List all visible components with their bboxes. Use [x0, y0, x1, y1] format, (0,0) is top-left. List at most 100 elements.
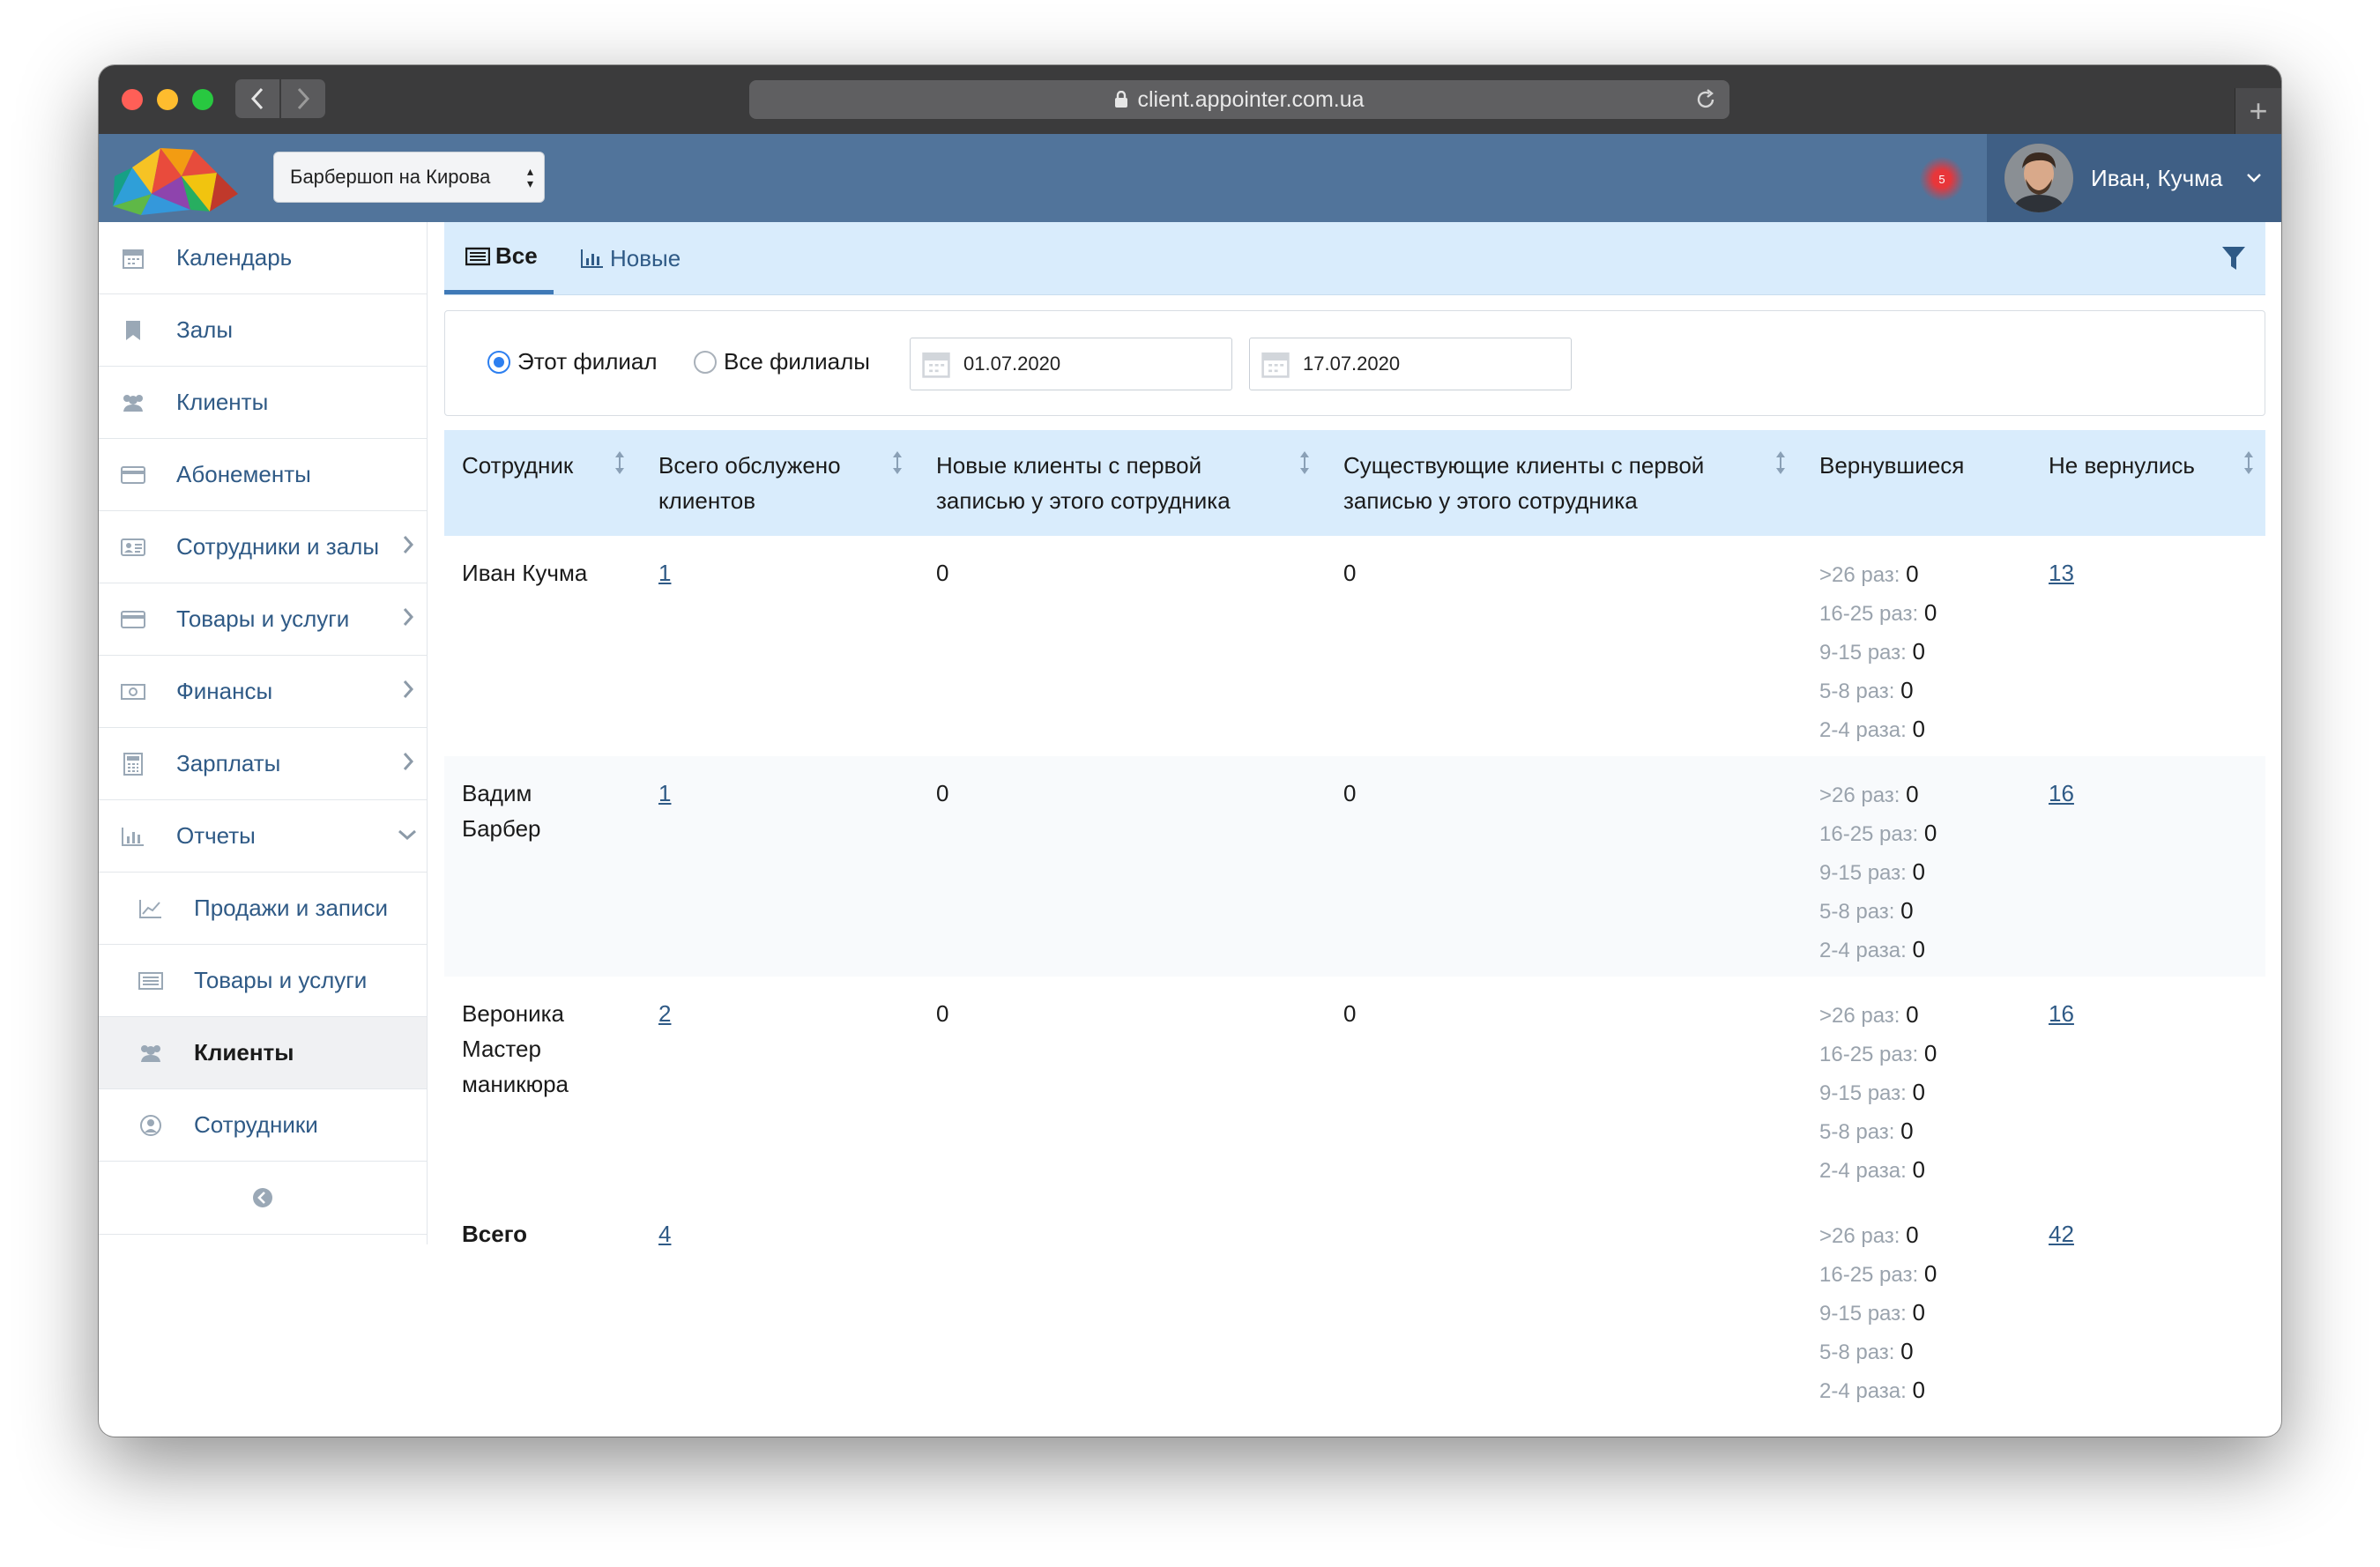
sidebar-item-sales-and-records[interactable]: Продажи и записи — [99, 873, 427, 945]
returned-value: 0 — [1923, 1260, 1937, 1287]
returned-line: 9-15 раз: 0 — [1819, 633, 1937, 672]
returned-label: 16-25 раз: — [1819, 602, 1919, 626]
minimize-window-button[interactable] — [157, 89, 178, 110]
sidebar-item-label: Клиенты — [176, 389, 269, 415]
sidebar-item-goods-and-services[interactable]: Товары и услуги — [99, 583, 427, 656]
radio-button[interactable] — [694, 350, 717, 374]
sidebar-item-label: Сотрудники и залы — [176, 533, 380, 560]
sidebar-item-salaries[interactable]: Зарплаты — [99, 728, 427, 800]
appointer-logo[interactable] — [106, 141, 243, 215]
returned-label: 2-4 раза: — [1819, 1379, 1907, 1403]
sidebar-item-report-staff[interactable]: Сотрудники — [99, 1089, 427, 1162]
returned-value: 0 — [1923, 820, 1937, 846]
returned-label: 5-8 раз: — [1819, 1120, 1895, 1144]
sidebar-item-finance[interactable]: Финансы — [99, 656, 427, 728]
returned-label: 2-4 раза: — [1819, 718, 1907, 742]
sidebar-item-label: Отчеты — [176, 822, 256, 849]
sidebar-item-staff-and-halls[interactable]: Сотрудники и залы — [99, 511, 427, 583]
browser-titlebar: client.appointer.com.ua + — [99, 65, 2281, 134]
column-header-new-clients[interactable]: Новые клиенты с первой записью у этого с… — [936, 448, 1231, 518]
filter-icon[interactable] — [2221, 245, 2246, 271]
not-returned-link[interactable]: 13 — [2049, 555, 2074, 590]
notification-count: 5 — [1938, 172, 1945, 186]
date-to-input[interactable]: 17.07.2020 — [1249, 338, 1572, 390]
not-returned-link[interactable]: 42 — [2049, 1216, 2074, 1251]
notification-badge[interactable]: 5 — [1920, 157, 1964, 201]
returned-label: 5-8 раз: — [1819, 900, 1895, 924]
column-header-label: Всего обслужено — [658, 452, 841, 479]
date-from-value: 01.07.2020 — [963, 353, 1061, 375]
returned-label: 5-8 раз: — [1819, 680, 1895, 703]
sort-icon[interactable] — [2242, 449, 2255, 476]
reload-icon[interactable] — [1694, 88, 1717, 111]
column-header-existing-clients[interactable]: Существующие клиенты с первой записью у … — [1343, 448, 1704, 518]
not-returned-link[interactable]: 16 — [2049, 996, 2074, 1031]
address-bar[interactable]: client.appointer.com.ua — [749, 80, 1729, 119]
user-circle-icon — [138, 1114, 164, 1137]
collapse-sidebar-button[interactable] — [99, 1162, 427, 1235]
radio-label: Все филиалы — [724, 348, 870, 375]
sidebar-item-report-goods-and-services[interactable]: Товары и услуги — [99, 945, 427, 1017]
table-row: Вадим Барбер 1 0 0 >26 раз: 0 16-25 раз:… — [444, 756, 2265, 977]
total-served-link[interactable]: 1 — [658, 776, 671, 811]
returned-line: 16-25 раз: 0 — [1819, 1035, 1937, 1073]
total-served-link[interactable]: 4 — [658, 1216, 671, 1251]
returned-line: 9-15 раз: 0 — [1819, 1294, 1937, 1333]
sidebar-item-label: Абонементы — [176, 461, 311, 487]
tab-label: Все — [495, 242, 538, 269]
table-header: Сотрудник Всего обслужено клиентов Новые… — [444, 430, 2265, 536]
sort-icon[interactable] — [1298, 449, 1311, 476]
tab-all[interactable]: Все — [444, 222, 554, 294]
branch-select[interactable]: Барбершоп на Кирова ▴ ▾ — [273, 152, 545, 203]
column-header-label: записью у этого сотрудника — [936, 487, 1231, 514]
user-menu[interactable]: Иван, Кучма — [1987, 134, 2281, 222]
sort-icon[interactable] — [614, 449, 626, 476]
sidebar-item-calendar[interactable]: Календарь — [99, 222, 427, 294]
sort-icon[interactable] — [891, 449, 904, 476]
chevron-right-icon — [403, 680, 414, 698]
sidebar-item-label: Товары и услуги — [194, 967, 368, 993]
close-window-button[interactable] — [122, 89, 143, 110]
tab-new[interactable]: Новые — [580, 222, 681, 294]
returned-label: 5-8 раз: — [1819, 1340, 1895, 1364]
column-header-total-served[interactable]: Всего обслужено клиентов — [658, 448, 841, 518]
back-button[interactable] — [235, 79, 279, 118]
column-header-label: Новые клиенты с первой — [936, 452, 1202, 479]
forward-button[interactable] — [281, 79, 325, 118]
new-clients-value: 0 — [936, 1000, 949, 1027]
sidebar: Календарь Залы Клиенты Абонементы Сотруд… — [99, 222, 428, 1244]
sidebar-item-subscriptions[interactable]: Абонементы — [99, 439, 427, 511]
total-served-link[interactable]: 2 — [658, 996, 671, 1031]
sidebar-item-clients[interactable]: Клиенты — [99, 367, 427, 439]
column-header-not-returned[interactable]: Не вернулись — [2049, 448, 2195, 483]
report-tabs: Все Новые — [444, 222, 2265, 295]
not-returned-link[interactable]: 16 — [2049, 776, 2074, 811]
employee-name-line: Мастер — [462, 1036, 541, 1062]
returned-label: 16-25 раз: — [1819, 1043, 1919, 1066]
sidebar-item-halls[interactable]: Залы — [99, 294, 427, 367]
column-header-label: Вернувшиеся — [1819, 452, 1965, 479]
total-served-link[interactable]: 1 — [658, 555, 671, 590]
returned-line: 2-4 раза: 0 — [1819, 931, 1937, 969]
returned-line: >26 раз: 0 — [1819, 776, 1937, 814]
chevron-right-icon — [403, 608, 414, 626]
radio-this-branch[interactable]: Этот филиал — [487, 348, 658, 375]
returned-value: 0 — [1900, 1118, 1914, 1144]
existing-clients-value: 0 — [1343, 780, 1357, 806]
returned-label: >26 раз: — [1819, 563, 1900, 587]
returned-label: 16-25 раз: — [1819, 822, 1919, 846]
date-from-input[interactable]: 01.07.2020 — [910, 338, 1232, 390]
maximize-window-button[interactable] — [192, 89, 213, 110]
sidebar-item-reports[interactable]: Отчеты — [99, 800, 427, 873]
sidebar-item-label: Клиенты — [194, 1039, 294, 1066]
radio-button-checked[interactable] — [487, 350, 510, 374]
column-header-employee[interactable]: Сотрудник — [462, 448, 573, 483]
sort-icon[interactable] — [1774, 449, 1787, 476]
radio-all-branches[interactable]: Все филиалы — [694, 348, 870, 375]
column-header-label: Сотрудник — [462, 452, 574, 479]
date-to-value: 17.07.2020 — [1303, 353, 1401, 375]
new-tab-button[interactable]: + — [2235, 88, 2281, 134]
sidebar-item-report-clients[interactable]: Клиенты — [99, 1017, 427, 1089]
returned-value: 0 — [1912, 936, 1925, 962]
select-arrows-icon: ▴ ▾ — [526, 164, 533, 190]
